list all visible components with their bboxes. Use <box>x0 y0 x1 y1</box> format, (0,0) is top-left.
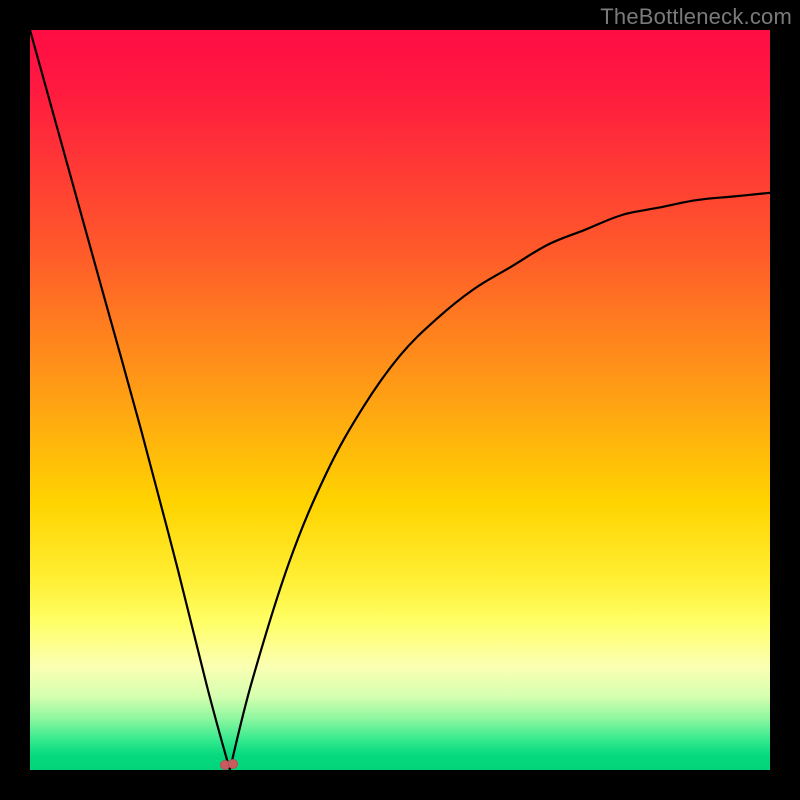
plot-area <box>30 30 770 770</box>
curve-path <box>30 30 770 770</box>
chart-frame: TheBottleneck.com <box>0 0 800 800</box>
watermark-text: TheBottleneck.com <box>600 4 792 30</box>
marker-dot <box>228 759 238 769</box>
bottleneck-curve <box>30 30 770 770</box>
optimal-point-marker <box>220 759 240 770</box>
